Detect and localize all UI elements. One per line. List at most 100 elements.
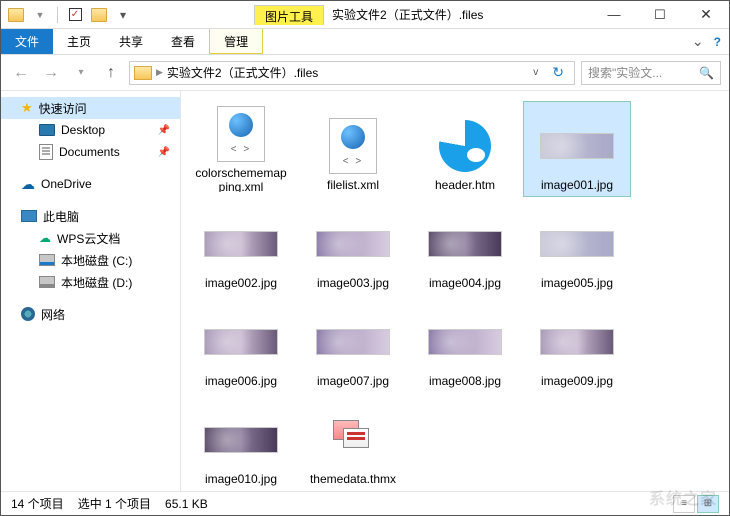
sidebar-item-label: 本地磁盘 (C:) (61, 252, 132, 269)
sidebar-item-label: 网络 (41, 306, 65, 323)
qat-overflow-icon[interactable]: ▾ (112, 4, 134, 26)
file-thumbnail (540, 314, 614, 370)
pc-icon (21, 210, 37, 222)
disk-icon (39, 276, 55, 288)
file-item[interactable]: themedata.thmx (299, 395, 407, 491)
window-controls: — ☐ ✕ (591, 1, 729, 28)
disk-icon (39, 254, 55, 266)
properties-checkbox[interactable]: ✓ (64, 4, 86, 26)
sidebar-item-desktop[interactable]: Desktop 📌 (1, 119, 180, 141)
chevron-right-icon[interactable]: ▶ (156, 67, 163, 78)
up-button[interactable]: ↑ (99, 61, 123, 85)
pin-icon: 📌 (158, 125, 170, 136)
file-name: image003.jpg (317, 276, 389, 290)
icons-view-button[interactable]: ⊞ (697, 495, 719, 513)
file-tab[interactable]: 文件 (1, 29, 53, 54)
file-item[interactable]: image006.jpg (187, 297, 295, 393)
maximize-button[interactable]: ☐ (637, 1, 683, 28)
details-view-button[interactable]: ≡ (673, 495, 695, 513)
sidebar-this-pc[interactable]: 此电脑 (1, 205, 180, 227)
file-name: image001.jpg (541, 178, 613, 192)
address-path[interactable]: 实验文件2（正式文件）.files (167, 64, 318, 81)
help-icon[interactable]: ? (714, 35, 721, 49)
address-dropdown-icon[interactable]: v (529, 67, 542, 78)
file-thumbnail (204, 314, 278, 370)
recent-dropdown-icon[interactable]: ▾ (69, 61, 93, 85)
sidebar-onedrive[interactable]: ☁ OneDrive (1, 173, 180, 195)
file-item[interactable]: image008.jpg (411, 297, 519, 393)
folder-icon[interactable] (5, 4, 27, 26)
file-thumbnail (428, 314, 502, 370)
file-thumbnail (428, 118, 502, 174)
file-thumbnail (316, 118, 390, 174)
search-icon: 🔍 (699, 66, 714, 80)
tab-home[interactable]: 主页 (53, 29, 105, 54)
close-button[interactable]: ✕ (683, 1, 729, 28)
tab-manage[interactable]: 管理 (209, 29, 263, 54)
minimize-button[interactable]: — (591, 1, 637, 28)
status-item-count: 14 个项目 (11, 495, 64, 512)
tab-share[interactable]: 共享 (105, 29, 157, 54)
sidebar-item-label: Documents (59, 145, 120, 159)
star-icon: ★ (21, 100, 33, 116)
desktop-icon (39, 124, 55, 136)
address-bar[interactable]: ▶ 实验文件2（正式文件）.files v ↻ (129, 61, 575, 85)
file-list[interactable]: colorschememapping.xml filelist.xml header… (181, 91, 729, 493)
sidebar-item-disk-c[interactable]: 本地磁盘 (C:) (1, 249, 180, 271)
file-item[interactable]: image010.jpg (187, 395, 295, 491)
file-name: image009.jpg (541, 374, 613, 388)
status-size: 65.1 KB (165, 497, 208, 511)
file-item[interactable]: image004.jpg (411, 199, 519, 295)
sidebar-item-label: 快速访问 (39, 100, 87, 117)
sidebar-item-disk-d[interactable]: 本地磁盘 (D:) (1, 271, 180, 293)
navigation-pane: ★ 快速访问 Desktop 📌 Documents 📌 ☁ OneDrive (1, 91, 181, 493)
file-name: image010.jpg (205, 472, 277, 486)
sidebar-item-label: Desktop (61, 123, 105, 137)
sidebar-item-documents[interactable]: Documents 📌 (1, 141, 180, 163)
quick-access-toolbar: ▼ ✓ ▾ (1, 4, 134, 26)
pin-icon: 📌 (158, 147, 170, 158)
search-placeholder: 搜索"实验文... (588, 64, 695, 81)
file-name: filelist.xml (327, 178, 379, 192)
sidebar-item-label: 本地磁盘 (D:) (61, 274, 132, 291)
file-thumbnail (204, 216, 278, 272)
back-button[interactable]: ← (9, 61, 33, 85)
sidebar-item-wps[interactable]: ☁ WPS云文档 (1, 227, 180, 249)
network-icon (21, 307, 35, 321)
file-thumbnail (204, 106, 278, 162)
search-input[interactable]: 搜索"实验文... 🔍 (581, 61, 721, 85)
file-item[interactable]: image003.jpg (299, 199, 407, 295)
qat-dropdown-icon[interactable]: ▼ (29, 4, 51, 26)
cloud-icon: ☁ (21, 176, 35, 193)
forward-button[interactable]: → (39, 61, 63, 85)
file-thumbnail (540, 216, 614, 272)
divider (57, 7, 58, 23)
status-bar: 14 个项目 选中 1 个项目 65.1 KB ≡ ⊞ (1, 491, 729, 515)
file-item[interactable]: image007.jpg (299, 297, 407, 393)
ribbon-expand-icon[interactable]: ⌄ (692, 33, 704, 50)
tab-view[interactable]: 查看 (157, 29, 209, 54)
sidebar-item-label: 此电脑 (43, 208, 79, 225)
file-name: image007.jpg (317, 374, 389, 388)
sidebar-item-label: OneDrive (41, 177, 92, 191)
file-item[interactable]: colorschememapping.xml (187, 101, 295, 197)
file-name: colorschememapping.xml (192, 166, 290, 192)
file-item[interactable]: image002.jpg (187, 199, 295, 295)
sidebar-network[interactable]: 网络 (1, 303, 180, 325)
file-name: image004.jpg (429, 276, 501, 290)
sidebar-quick-access[interactable]: ★ 快速访问 (1, 97, 180, 119)
file-name: image006.jpg (205, 374, 277, 388)
file-item[interactable]: image001.jpg (523, 101, 631, 197)
status-selection: 选中 1 个项目 (78, 495, 151, 512)
file-thumbnail (204, 412, 278, 468)
file-item[interactable]: image009.jpg (523, 297, 631, 393)
file-item[interactable]: image005.jpg (523, 199, 631, 295)
new-folder-icon[interactable] (88, 4, 110, 26)
file-thumbnail (428, 216, 502, 272)
file-name: image005.jpg (541, 276, 613, 290)
file-item[interactable]: filelist.xml (299, 101, 407, 197)
file-item[interactable]: header.htm (411, 101, 519, 197)
refresh-icon[interactable]: ↻ (546, 64, 570, 81)
file-thumbnail (316, 216, 390, 272)
file-name: themedata.thmx (310, 472, 396, 486)
